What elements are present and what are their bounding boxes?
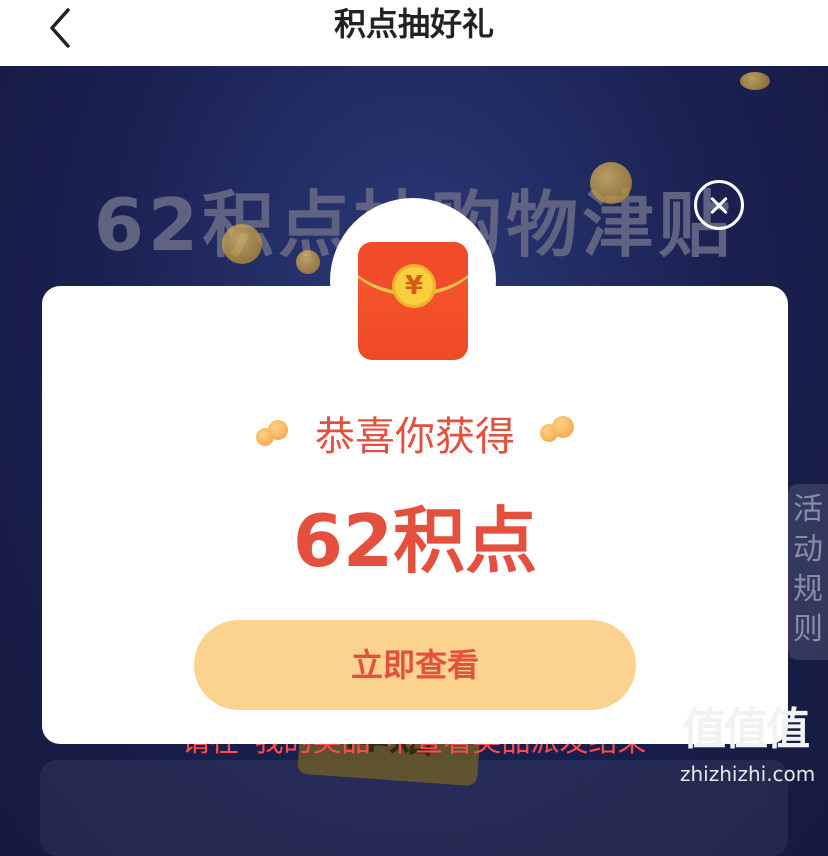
yuan-coin-icon: ¥ <box>392 264 436 308</box>
rules-tab[interactable]: 活动规则 <box>788 484 828 660</box>
view-now-button[interactable]: 立即查看 <box>194 620 636 710</box>
coin-decoration <box>740 72 770 90</box>
red-envelope-badge: ¥ <box>330 198 496 364</box>
red-envelope-icon: ¥ <box>358 242 468 360</box>
top-nav-bar: 积点抽好礼 <box>0 0 828 66</box>
page-title: 积点抽好礼 <box>333 5 494 43</box>
coin-decoration <box>222 224 262 264</box>
watermark: 值值值 zhizhizhi.com <box>680 700 816 788</box>
close-icon[interactable] <box>694 180 744 230</box>
watermark-url: zhizhizhi.com <box>680 762 816 786</box>
coin-decoration <box>590 162 632 204</box>
congrats-text: 恭喜你获得 <box>315 414 515 460</box>
prize-amount: 62积点 <box>292 499 538 583</box>
congrats-row: 恭喜你获得 <box>42 404 788 462</box>
orange-dots-icon <box>252 418 292 448</box>
orange-dots-icon <box>538 416 578 448</box>
watermark-logo: 值值值 <box>682 704 810 755</box>
coin-decoration <box>296 250 320 274</box>
rules-tab-label: 活动规则 <box>793 492 823 647</box>
